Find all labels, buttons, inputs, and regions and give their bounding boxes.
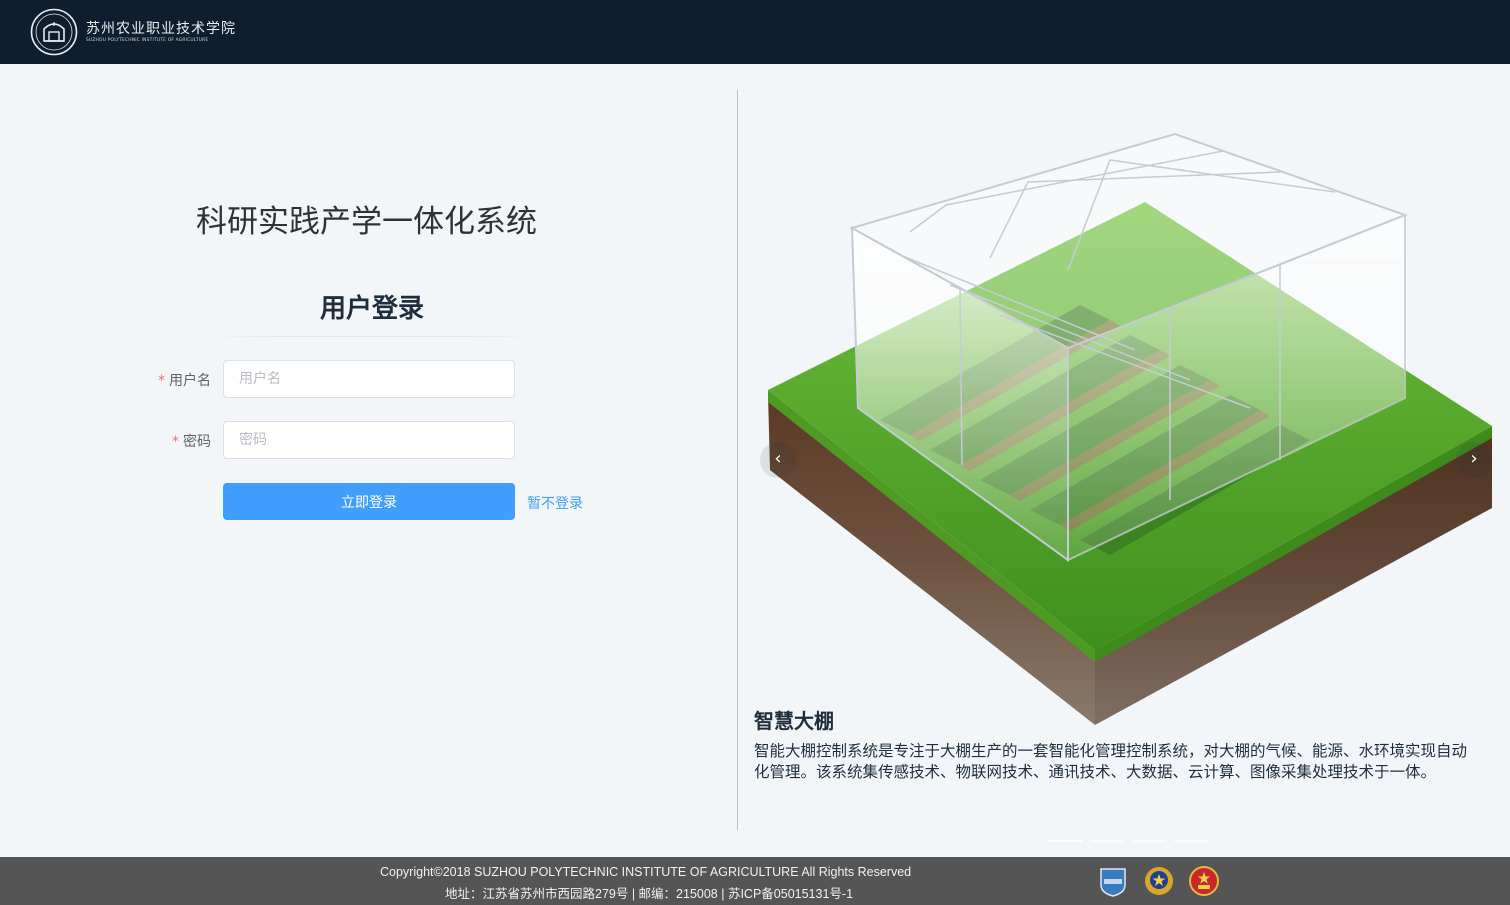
carousel-indicator[interactable] bbox=[1174, 840, 1208, 842]
slide-description: 智能大棚控制系统是专注于大棚生产的一套智能化管理控制系统，对大棚的气候、能源、水… bbox=[754, 742, 1468, 781]
carousel-next-button[interactable]: › bbox=[1456, 442, 1492, 478]
carousel-prev-button[interactable]: ‹ bbox=[760, 442, 796, 478]
police-emblem-icon[interactable] bbox=[1143, 865, 1175, 897]
national-emblem-icon[interactable] bbox=[1188, 865, 1220, 897]
username-label-text: 用户名 bbox=[169, 373, 211, 389]
system-title: 科研实践产学一体化系统 bbox=[196, 204, 537, 240]
carousel-indicator[interactable] bbox=[1048, 840, 1082, 842]
school-name-en: SUZHOU POLYTECHNIC INSTITUTE OF AGRICULT… bbox=[86, 38, 209, 43]
school-name: 苏州农业职业技术学院 SUZHOU POLYTECHNIC INSTITUTE … bbox=[86, 20, 236, 44]
required-mark: * bbox=[158, 373, 165, 389]
page-footer: Copyright©2018 SUZHOU POLYTECHNIC INSTIT… bbox=[0, 857, 1510, 905]
top-header: 苏州农业职业技术学院 SUZHOU POLYTECHNIC INSTITUTE … bbox=[0, 0, 1510, 64]
carousel-indicator[interactable] bbox=[1090, 840, 1124, 842]
username-input[interactable] bbox=[223, 360, 515, 398]
username-label: * 用户名 bbox=[141, 370, 211, 390]
school-name-cn: 苏州农业职业技术学院 bbox=[86, 21, 236, 37]
required-mark: * bbox=[172, 434, 179, 450]
password-label: * 密码 bbox=[141, 431, 211, 451]
school-emblem-icon bbox=[30, 8, 78, 56]
password-label-text: 密码 bbox=[183, 434, 211, 450]
greenhouse-illustration bbox=[768, 132, 1492, 725]
password-input[interactable] bbox=[223, 421, 515, 459]
title-divider bbox=[208, 336, 536, 337]
carousel-indicator[interactable] bbox=[1132, 840, 1166, 842]
skip-login-link[interactable]: 暂不登录 bbox=[527, 493, 583, 513]
copyright-text: Copyright©2018 SUZHOU POLYTECHNIC INSTIT… bbox=[380, 865, 912, 879]
chevron-left-icon: ‹ bbox=[774, 448, 782, 469]
carousel-indicators bbox=[1048, 840, 1208, 842]
feature-carousel: ‹ › 智慧大棚 智能大棚控制系统是专注于大棚生产的一套智能化管理控制系统，对大… bbox=[750, 90, 1510, 850]
chevron-right-icon: › bbox=[1470, 448, 1478, 469]
address-text: 地址：江苏省苏州市西园路279号 | 邮编：215008 | 苏ICP备0501… bbox=[445, 887, 854, 901]
panel-divider bbox=[737, 90, 738, 830]
login-title: 用户登录 bbox=[319, 294, 424, 324]
login-button[interactable]: 立即登录 bbox=[223, 483, 515, 520]
shield-badge-icon[interactable] bbox=[1097, 865, 1129, 897]
slide-title: 智慧大棚 bbox=[754, 709, 834, 733]
